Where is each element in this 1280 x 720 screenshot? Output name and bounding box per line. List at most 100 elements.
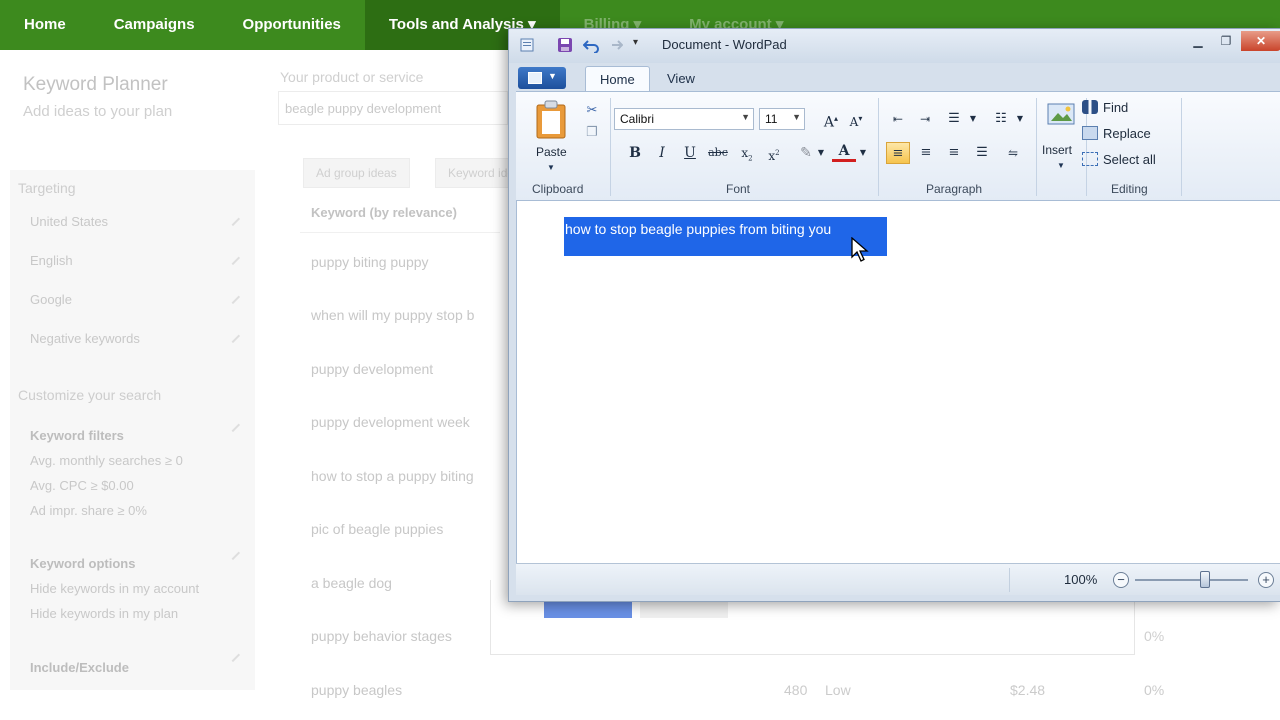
binoculars-icon (1082, 100, 1098, 114)
tab-home[interactable]: Home (585, 66, 650, 91)
nav-campaigns[interactable]: Campaigns (90, 0, 219, 50)
edit-pencil-icon[interactable] (225, 250, 241, 266)
keyword-cell: when will my puppy stop b (311, 307, 475, 323)
keyword-column-header[interactable]: Keyword (by relevance) (311, 205, 457, 220)
cut-icon[interactable]: ✂ (582, 100, 602, 120)
targeting-heading: Targeting (18, 180, 76, 196)
replace-button[interactable]: Replace (1082, 126, 1151, 141)
option-hide-plan: Hide keywords in my plan (30, 606, 179, 621)
shrink-font-icon[interactable]: A▾ (844, 108, 868, 130)
zoom-slider[interactable] (1135, 579, 1248, 581)
wordpad-window: ▾ Document - WordPad ▁ ❐ ✕ ▼ Home View P… (508, 28, 1280, 602)
grow-font-icon[interactable]: A▴ (819, 108, 843, 131)
chevron-down-icon[interactable]: ▼ (851, 142, 875, 164)
product-label: Your product or service (280, 69, 424, 85)
chevron-down-icon: ▼ (548, 71, 557, 81)
edit-pencil-icon[interactable] (225, 211, 241, 227)
chevron-down-icon[interactable]: ▼ (1057, 156, 1065, 176)
customize-heading: Customize your search (18, 387, 162, 403)
keyword-options-title: Keyword options (30, 556, 136, 571)
insert-picture-icon[interactable] (1046, 100, 1076, 130)
keyword-cell: a beagle dog (311, 575, 392, 591)
decrease-indent-icon[interactable]: ⇤ (886, 108, 910, 130)
subscript-icon[interactable]: x2 (735, 142, 759, 164)
searches-cell: 480 (784, 682, 808, 698)
keyword-cell: puppy behavior stages (311, 628, 452, 644)
keyword-cell: how to stop a puppy biting (311, 468, 474, 484)
targeting-negative-keywords[interactable]: Negative keywords (30, 331, 140, 346)
chevron-down-icon[interactable]: ▼ (547, 158, 555, 178)
chevron-down-icon: ▼ (792, 112, 801, 122)
edit-pencil-icon[interactable] (225, 417, 241, 433)
tab-view[interactable]: View (653, 66, 709, 91)
increase-indent-icon[interactable]: ⇥ (913, 108, 937, 130)
font-family-select[interactable]: Calibri ▼ (614, 108, 754, 130)
underline-icon[interactable]: U (678, 142, 702, 164)
customize-toolbar-icon[interactable]: ▾ (633, 37, 649, 53)
zoom-slider-thumb[interactable] (1200, 571, 1211, 588)
replace-icon (1082, 126, 1098, 140)
select-all-button[interactable]: Select all (1082, 152, 1156, 167)
document-text[interactable]: how to stop beagle puppies from biting y… (565, 221, 831, 237)
close-button[interactable]: ✕ (1241, 31, 1280, 51)
font-size-select[interactable]: 11 ▼ (759, 108, 805, 130)
option-hide-account: Hide keywords in my account (30, 581, 200, 596)
ad-share-cell: 0% (1144, 628, 1165, 644)
include-exclude-title: Include/Exclude (30, 660, 129, 675)
targeting-network[interactable]: Google (30, 292, 72, 307)
keyword-cell: puppy development (311, 361, 434, 377)
zoom-in-icon[interactable]: + (1258, 572, 1274, 588)
targeting-location[interactable]: United States (30, 214, 108, 229)
align-left-icon[interactable]: ≡ (886, 142, 910, 164)
save-icon[interactable] (557, 37, 573, 53)
group-divider (878, 98, 879, 196)
italic-icon[interactable]: I (650, 142, 674, 164)
filter-avg-cpc: Avg. CPC ≥ $0.00 (30, 478, 134, 493)
copy-icon[interactable]: ❐ (582, 122, 602, 142)
clipboard-group-label: Clipboard (532, 182, 584, 196)
chevron-down-icon[interactable]: ▼ (961, 108, 985, 130)
edit-pencil-icon[interactable] (225, 289, 241, 305)
group-divider (1181, 98, 1182, 196)
chevron-down-icon[interactable]: ▼ (1008, 108, 1032, 130)
document-icon (528, 72, 542, 84)
tab-ad-group-ideas[interactable]: Ad group ideas (303, 158, 410, 188)
keyword-cell: puppy biting puppy (311, 254, 429, 270)
find-button[interactable]: Find (1082, 100, 1128, 115)
competition-cell: Low (825, 682, 851, 698)
superscript-icon[interactable]: x2 (762, 142, 786, 164)
bold-icon[interactable]: B (623, 142, 647, 164)
maximize-button[interactable]: ❐ (1213, 31, 1239, 51)
align-center-icon[interactable]: ≡ (914, 142, 938, 164)
document-editor[interactable]: how to stop beagle puppies from biting y… (516, 201, 1280, 563)
keyword-cell: puppy beagles (311, 682, 403, 698)
application-menu-button[interactable]: ▼ (518, 67, 566, 89)
paragraph-settings-icon[interactable]: ⇋ (1001, 142, 1025, 164)
align-right-icon[interactable]: ≡ (942, 142, 966, 164)
product-input[interactable]: beagle puppy development (278, 91, 508, 125)
edit-pencil-icon[interactable] (225, 545, 241, 561)
group-divider (610, 98, 611, 196)
strikethrough-icon[interactable]: abc (706, 142, 730, 164)
nav-home[interactable]: Home (0, 0, 90, 50)
planner-sidebar: Targeting United States English Google N… (10, 170, 255, 690)
minimize-button[interactable]: ▁ (1185, 31, 1211, 51)
targeting-language[interactable]: English (30, 253, 73, 268)
clipboard-paste-icon[interactable] (534, 100, 568, 140)
font-family-value: Calibri (620, 112, 655, 126)
chevron-down-icon[interactable]: ▼ (809, 142, 833, 164)
mouse-cursor-icon (851, 237, 869, 262)
zoom-out-icon[interactable]: − (1113, 572, 1129, 588)
edit-pencil-icon[interactable] (225, 328, 241, 344)
redo-icon[interactable] (607, 37, 623, 53)
ad-share-cell: 0% (1144, 682, 1165, 698)
window-title: Document - WordPad (662, 37, 787, 52)
status-bar: 100% − + (516, 563, 1280, 595)
edit-pencil-icon[interactable] (225, 647, 241, 663)
keyword-filters-title: Keyword filters (30, 428, 124, 443)
title-bar[interactable]: ▾ Document - WordPad ▁ ❐ ✕ (509, 29, 1280, 63)
nav-opportunities[interactable]: Opportunities (219, 0, 365, 50)
replace-label: Replace (1103, 126, 1151, 141)
undo-icon[interactable] (583, 37, 599, 53)
justify-icon[interactable]: ☰ (970, 142, 994, 164)
